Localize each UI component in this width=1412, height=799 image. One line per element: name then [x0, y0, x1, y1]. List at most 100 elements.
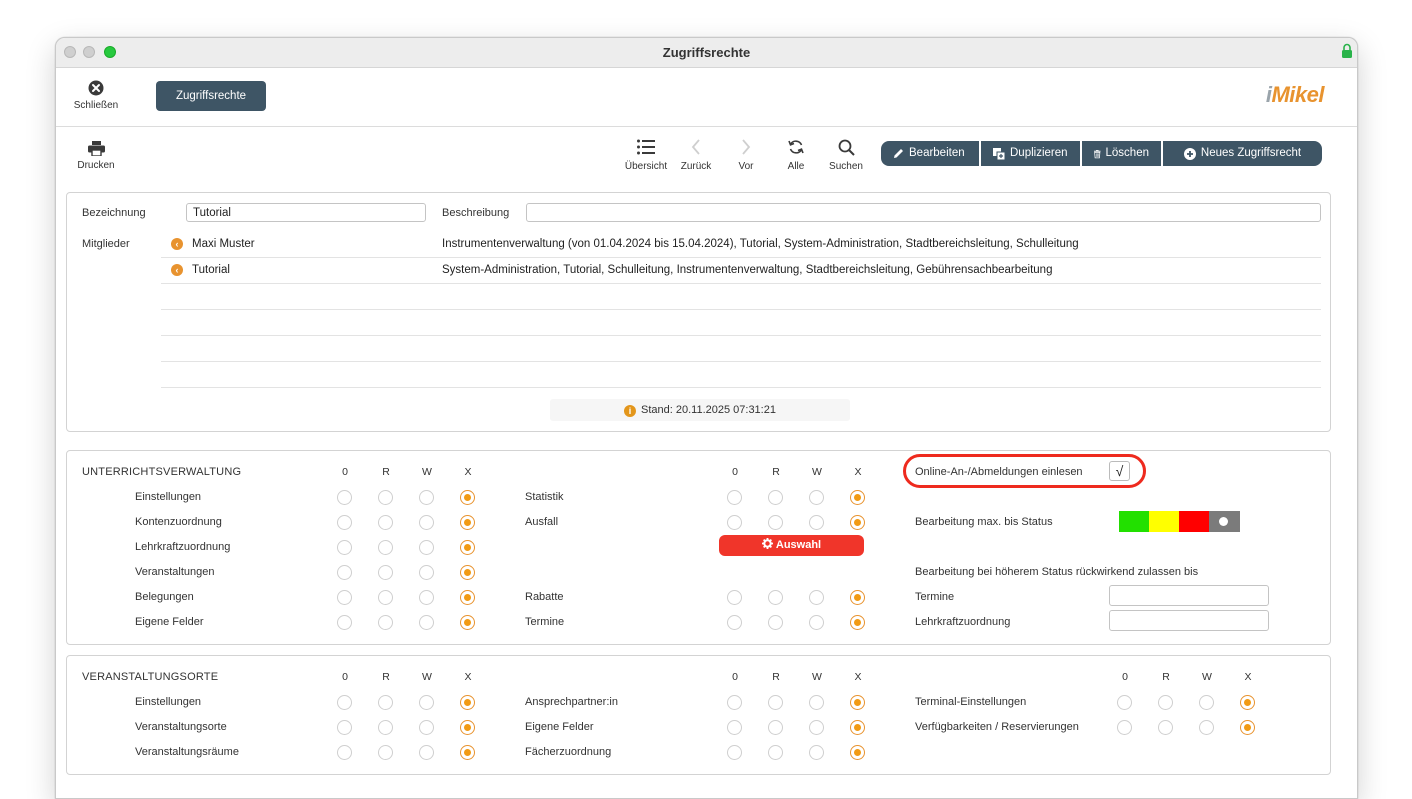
rights-radio-X[interactable]	[460, 515, 475, 530]
rights-radio-R[interactable]	[378, 490, 393, 505]
rights-radio-R[interactable]	[378, 745, 393, 760]
rights-radio-R[interactable]	[768, 745, 783, 760]
forward-button[interactable]: Vor	[721, 139, 771, 172]
rights-radio-0[interactable]	[727, 695, 742, 710]
rights-radio-X[interactable]	[460, 695, 475, 710]
rights-radio-X[interactable]	[460, 720, 475, 735]
rights-radio-0[interactable]	[337, 590, 352, 605]
new-access-right-button[interactable]: Neues Zugriffsrecht	[1163, 141, 1322, 166]
rights-radio-W[interactable]	[419, 720, 434, 735]
rights-radio-X[interactable]	[850, 695, 865, 710]
rights-radio-X[interactable]	[460, 540, 475, 555]
rights-radio-0[interactable]	[337, 615, 352, 630]
rights-radio-X[interactable]	[850, 615, 865, 630]
rights-radio-W[interactable]	[419, 490, 434, 505]
rights-radio-0[interactable]	[337, 515, 352, 530]
rights-radio-0[interactable]	[337, 720, 352, 735]
rights-radio-R[interactable]	[378, 540, 393, 555]
rights-radio-0[interactable]	[727, 745, 742, 760]
rights-radio-R[interactable]	[768, 490, 783, 505]
rights-radio-R[interactable]	[378, 615, 393, 630]
search-button[interactable]: Suchen	[821, 139, 871, 172]
online-checkbox[interactable]: √	[1109, 461, 1130, 481]
rights-radio-R[interactable]	[378, 720, 393, 735]
rights-radio-0[interactable]	[1117, 720, 1132, 735]
rights-radio-R[interactable]	[378, 590, 393, 605]
member-row[interactable]: ‹ Maxi Muster Instrumentenverwaltung (vo…	[161, 231, 1321, 258]
rights-radio-X[interactable]	[1240, 695, 1255, 710]
rights-radio-X[interactable]	[850, 490, 865, 505]
rights-radio-X[interactable]	[850, 590, 865, 605]
rights-radio-X[interactable]	[460, 615, 475, 630]
rights-radio-0[interactable]	[337, 695, 352, 710]
rights-radio-0[interactable]	[1117, 695, 1132, 710]
delete-button[interactable]: Löschen	[1082, 141, 1161, 166]
rights-radio-W[interactable]	[809, 490, 824, 505]
rights-radio-W[interactable]	[809, 615, 824, 630]
status-yellow[interactable]	[1149, 511, 1179, 532]
status-selector[interactable]	[1119, 511, 1240, 532]
rights-radio-X[interactable]	[460, 745, 475, 760]
rights-radio-W[interactable]	[419, 615, 434, 630]
rights-radio-R[interactable]	[1158, 695, 1173, 710]
rights-radio-X[interactable]	[460, 490, 475, 505]
rights-radio-W[interactable]	[1199, 720, 1214, 735]
rights-radio-R[interactable]	[768, 720, 783, 735]
close-button[interactable]: Schließen	[72, 80, 120, 111]
rights-radio-W[interactable]	[419, 745, 434, 760]
rights-radio-R[interactable]	[768, 515, 783, 530]
status-grey[interactable]	[1209, 511, 1240, 532]
rights-radio-X[interactable]	[850, 720, 865, 735]
termine-date-field[interactable]	[1109, 585, 1269, 606]
print-button[interactable]: Drucken	[72, 141, 120, 171]
rights-radio-R[interactable]	[378, 565, 393, 580]
rights-radio-W[interactable]	[809, 720, 824, 735]
rights-radio-R[interactable]	[378, 695, 393, 710]
tab-zugriffsrechte[interactable]: Zugriffsrechte	[156, 81, 266, 111]
section-title: VERANSTALTUNGSORTE	[82, 671, 219, 683]
rights-radio-0[interactable]	[727, 515, 742, 530]
rights-radio-R[interactable]	[1158, 720, 1173, 735]
rights-radio-R[interactable]	[378, 515, 393, 530]
lehrkraft-date-field[interactable]	[1109, 610, 1269, 631]
rights-radio-R[interactable]	[768, 695, 783, 710]
rights-radio-X[interactable]	[850, 745, 865, 760]
rights-radio-W[interactable]	[419, 695, 434, 710]
rights-radio-0[interactable]	[727, 590, 742, 605]
all-button[interactable]: Alle	[771, 139, 821, 172]
auswahl-button[interactable]: Auswahl	[719, 535, 864, 556]
rights-radio-0[interactable]	[337, 745, 352, 760]
rights-radio-W[interactable]	[1199, 695, 1214, 710]
duplicate-button[interactable]: Duplizieren	[981, 141, 1080, 166]
rights-radio-W[interactable]	[809, 745, 824, 760]
rights-radio-X[interactable]	[1240, 720, 1255, 735]
overview-button[interactable]: Übersicht	[621, 139, 671, 172]
rights-radio-W[interactable]	[419, 590, 434, 605]
rights-radio-W[interactable]	[419, 565, 434, 580]
back-button[interactable]: Zurück	[671, 139, 721, 172]
edit-button[interactable]: Bearbeiten	[881, 141, 979, 166]
rights-radio-0[interactable]	[727, 720, 742, 735]
rights-radio-0[interactable]	[337, 565, 352, 580]
arrow-left-circle-icon[interactable]: ‹	[171, 238, 183, 250]
rights-radio-X[interactable]	[460, 590, 475, 605]
rights-radio-R[interactable]	[768, 590, 783, 605]
status-red[interactable]	[1179, 511, 1209, 532]
rights-radio-R[interactable]	[768, 615, 783, 630]
rights-radio-W[interactable]	[809, 590, 824, 605]
rights-radio-W[interactable]	[419, 515, 434, 530]
rights-radio-0[interactable]	[337, 490, 352, 505]
rights-radio-X[interactable]	[850, 515, 865, 530]
arrow-left-circle-icon[interactable]: ‹	[171, 264, 183, 276]
beschreibung-field[interactable]	[526, 203, 1321, 222]
rights-radio-X[interactable]	[460, 565, 475, 580]
rights-radio-W[interactable]	[809, 695, 824, 710]
rights-radio-W[interactable]	[809, 515, 824, 530]
bezeichnung-field[interactable]: Tutorial	[186, 203, 426, 222]
member-row[interactable]: ‹ Tutorial System-Administration, Tutori…	[161, 257, 1321, 284]
rights-radio-0[interactable]	[727, 490, 742, 505]
rights-radio-W[interactable]	[419, 540, 434, 555]
status-green[interactable]	[1119, 511, 1149, 532]
rights-radio-0[interactable]	[727, 615, 742, 630]
rights-radio-0[interactable]	[337, 540, 352, 555]
